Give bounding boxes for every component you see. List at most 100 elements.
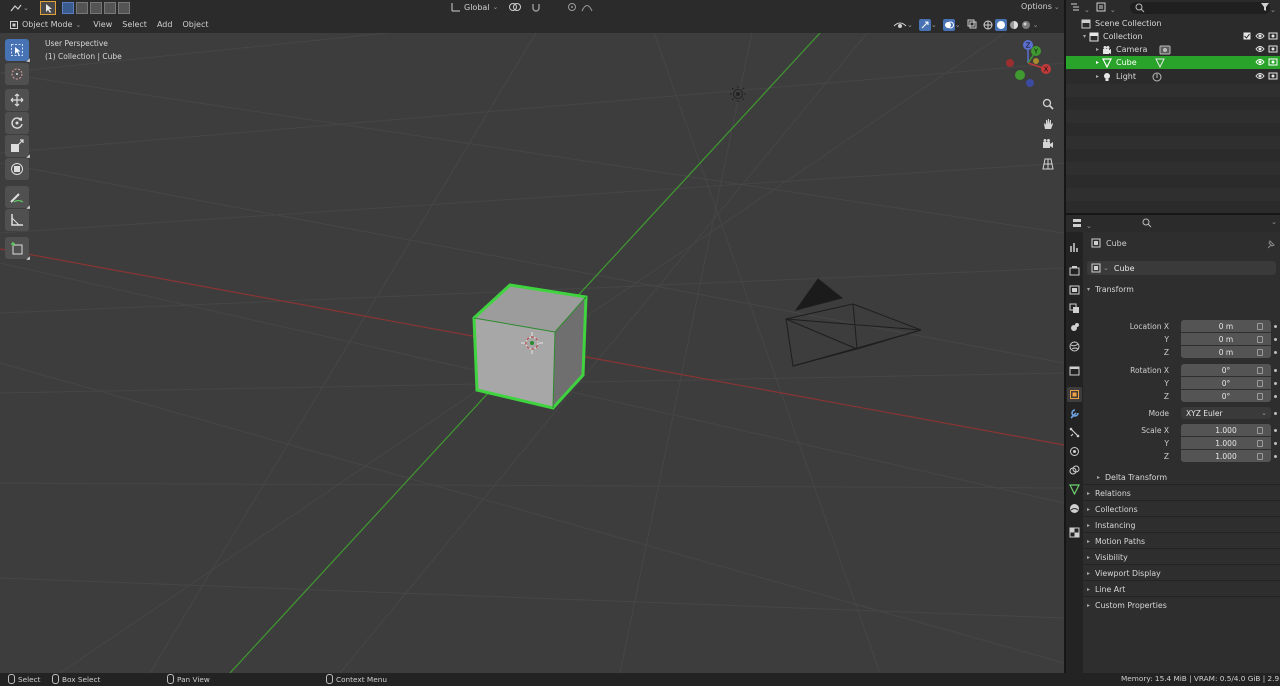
tool-annotate[interactable] bbox=[5, 186, 30, 209]
filter-dropdown[interactable]: ⌄ bbox=[1260, 2, 1276, 14]
outliner-collection[interactable]: ▾ Collection bbox=[1066, 30, 1280, 43]
menu-view[interactable]: View bbox=[88, 20, 117, 29]
instancing-panel[interactable]: ▸ Instancing bbox=[1087, 518, 1135, 532]
gizmo-dropdown[interactable]: ⌄ bbox=[918, 19, 937, 31]
keyframe-dot[interactable] bbox=[1274, 351, 1277, 354]
lock-icon[interactable] bbox=[1257, 380, 1263, 387]
zoom-button[interactable] bbox=[1038, 94, 1058, 114]
material-shading-icon[interactable] bbox=[1009, 20, 1019, 30]
tool-settings-button[interactable] bbox=[39, 1, 56, 15]
keyframe-dot[interactable] bbox=[1274, 442, 1277, 445]
proportional-edit-button[interactable] bbox=[567, 2, 577, 14]
tab-view-layer[interactable] bbox=[1067, 301, 1082, 316]
tool-measure[interactable] bbox=[5, 209, 29, 231]
outliner-scene-collection[interactable]: Scene Collection bbox=[1066, 17, 1280, 30]
lock-icon[interactable] bbox=[1257, 323, 1263, 330]
keyframe-dot[interactable] bbox=[1274, 325, 1277, 328]
select-extend-button[interactable] bbox=[75, 2, 88, 14]
tool-scale[interactable] bbox=[5, 135, 30, 158]
tool-transform[interactable] bbox=[5, 158, 29, 180]
wireframe-shading-icon[interactable] bbox=[983, 20, 993, 30]
tab-object[interactable] bbox=[1067, 387, 1082, 402]
render-camera-icon[interactable] bbox=[1268, 71, 1278, 81]
viewport-display-panel[interactable]: ▸ Viewport Display bbox=[1087, 566, 1161, 580]
solid-shading-button[interactable] bbox=[994, 19, 1007, 31]
rotation-mode-dropdown[interactable]: XYZ Euler ⌄ bbox=[1181, 407, 1271, 419]
menu-add[interactable]: Add bbox=[152, 20, 178, 29]
collections-panel[interactable]: ▸ Collections bbox=[1087, 502, 1138, 516]
keyframe-dot[interactable] bbox=[1274, 412, 1277, 415]
mode-dropdown[interactable]: Object Mode ⌄ bbox=[6, 18, 84, 31]
render-camera-icon[interactable] bbox=[1268, 57, 1278, 67]
eye-icon[interactable] bbox=[1255, 71, 1265, 81]
xray-button[interactable] bbox=[967, 19, 977, 31]
tab-render[interactable] bbox=[1067, 263, 1082, 278]
select-invert-button[interactable] bbox=[103, 2, 116, 14]
pivot-point-dropdown[interactable] bbox=[508, 2, 526, 14]
tool-select-box[interactable] bbox=[5, 39, 30, 62]
lock-icon[interactable] bbox=[1257, 440, 1263, 447]
3d-viewport[interactable]: User Perspective (1) Collection | Cube Z… bbox=[0, 33, 1064, 673]
tab-material[interactable] bbox=[1067, 501, 1082, 516]
overlays-dropdown[interactable]: ⌄ bbox=[942, 19, 961, 31]
camera-view-button[interactable] bbox=[1038, 134, 1058, 154]
tab-physics[interactable] bbox=[1067, 444, 1082, 459]
object-name-field[interactable]: ⌄ Cube bbox=[1087, 261, 1276, 275]
eye-icon[interactable] bbox=[1255, 44, 1265, 54]
visibility-panel[interactable]: ▸ Visibility bbox=[1087, 550, 1128, 564]
lock-icon[interactable] bbox=[1257, 367, 1263, 374]
menu-object[interactable]: Object bbox=[177, 20, 213, 29]
lock-icon[interactable] bbox=[1257, 453, 1263, 460]
select-subtract-button[interactable] bbox=[89, 2, 102, 14]
navigation-gizmo[interactable]: Z X Y bbox=[1000, 37, 1060, 97]
tab-tool[interactable] bbox=[1067, 240, 1082, 255]
menu-select[interactable]: Select bbox=[117, 20, 152, 29]
lock-icon[interactable] bbox=[1257, 336, 1263, 343]
select-new-button[interactable] bbox=[61, 2, 74, 14]
keyframe-dot[interactable] bbox=[1274, 455, 1277, 458]
tool-rotate[interactable] bbox=[5, 112, 29, 134]
line-art-panel[interactable]: ▸ Line Art bbox=[1087, 582, 1125, 596]
eye-icon[interactable] bbox=[1255, 31, 1265, 41]
lock-icon[interactable] bbox=[1257, 393, 1263, 400]
select-intersect-button[interactable] bbox=[117, 2, 130, 14]
lock-icon[interactable] bbox=[1257, 427, 1263, 434]
tab-output[interactable] bbox=[1067, 282, 1082, 297]
render-camera-icon[interactable] bbox=[1268, 31, 1278, 41]
tab-constraints[interactable] bbox=[1067, 463, 1082, 478]
tab-data[interactable] bbox=[1067, 482, 1082, 497]
perspective-toggle-button[interactable] bbox=[1038, 154, 1058, 174]
custom-properties-panel[interactable]: ▸ Custom Properties bbox=[1087, 598, 1167, 612]
tab-modifiers[interactable] bbox=[1067, 406, 1082, 421]
eye-icon[interactable] bbox=[1255, 57, 1265, 67]
tab-particles[interactable] bbox=[1067, 425, 1082, 440]
delta-transform-panel[interactable]: ▸ Delta Transform bbox=[1097, 470, 1167, 484]
keyframe-dot[interactable] bbox=[1274, 429, 1277, 432]
exclude-checkbox[interactable] bbox=[1242, 31, 1252, 41]
keyframe-dot[interactable] bbox=[1274, 338, 1277, 341]
tab-collection[interactable] bbox=[1067, 363, 1082, 378]
snap-dropdown[interactable] bbox=[531, 2, 551, 14]
outliner-item-light[interactable]: ▸ Light bbox=[1066, 70, 1280, 83]
outliner-editor-type-button[interactable]: ⌄ bbox=[1070, 2, 1090, 14]
properties-options-button[interactable]: ⌄ bbox=[1271, 218, 1277, 226]
outliner-item-camera[interactable]: ▸ Camera bbox=[1066, 43, 1280, 56]
keyframe-dot[interactable] bbox=[1274, 382, 1277, 385]
rendered-shading-icon[interactable] bbox=[1021, 20, 1031, 30]
options-dropdown[interactable]: Options ⌄ bbox=[1021, 2, 1060, 11]
tab-scene[interactable] bbox=[1067, 320, 1082, 335]
lock-icon[interactable] bbox=[1257, 349, 1263, 356]
falloff-button[interactable] bbox=[581, 2, 593, 14]
relations-panel[interactable]: ▸ Relations bbox=[1087, 486, 1131, 500]
keyframe-dot[interactable] bbox=[1274, 395, 1277, 398]
collapse-icon[interactable]: ▾ bbox=[1083, 33, 1086, 40]
visibility-dropdown[interactable]: ⌄ bbox=[893, 20, 913, 30]
tool-move[interactable] bbox=[5, 89, 29, 111]
outliner-item-cube[interactable]: ▸ Cube bbox=[1066, 56, 1280, 69]
pin-icon[interactable] bbox=[1266, 239, 1276, 249]
properties-search-icon[interactable] bbox=[1142, 218, 1152, 228]
tool-cursor[interactable] bbox=[5, 63, 29, 85]
transform-panel-header[interactable]: ▾ Transform bbox=[1087, 282, 1134, 296]
tool-add-cube[interactable] bbox=[5, 237, 30, 260]
motion-paths-panel[interactable]: ▸ Motion Paths bbox=[1087, 534, 1145, 548]
